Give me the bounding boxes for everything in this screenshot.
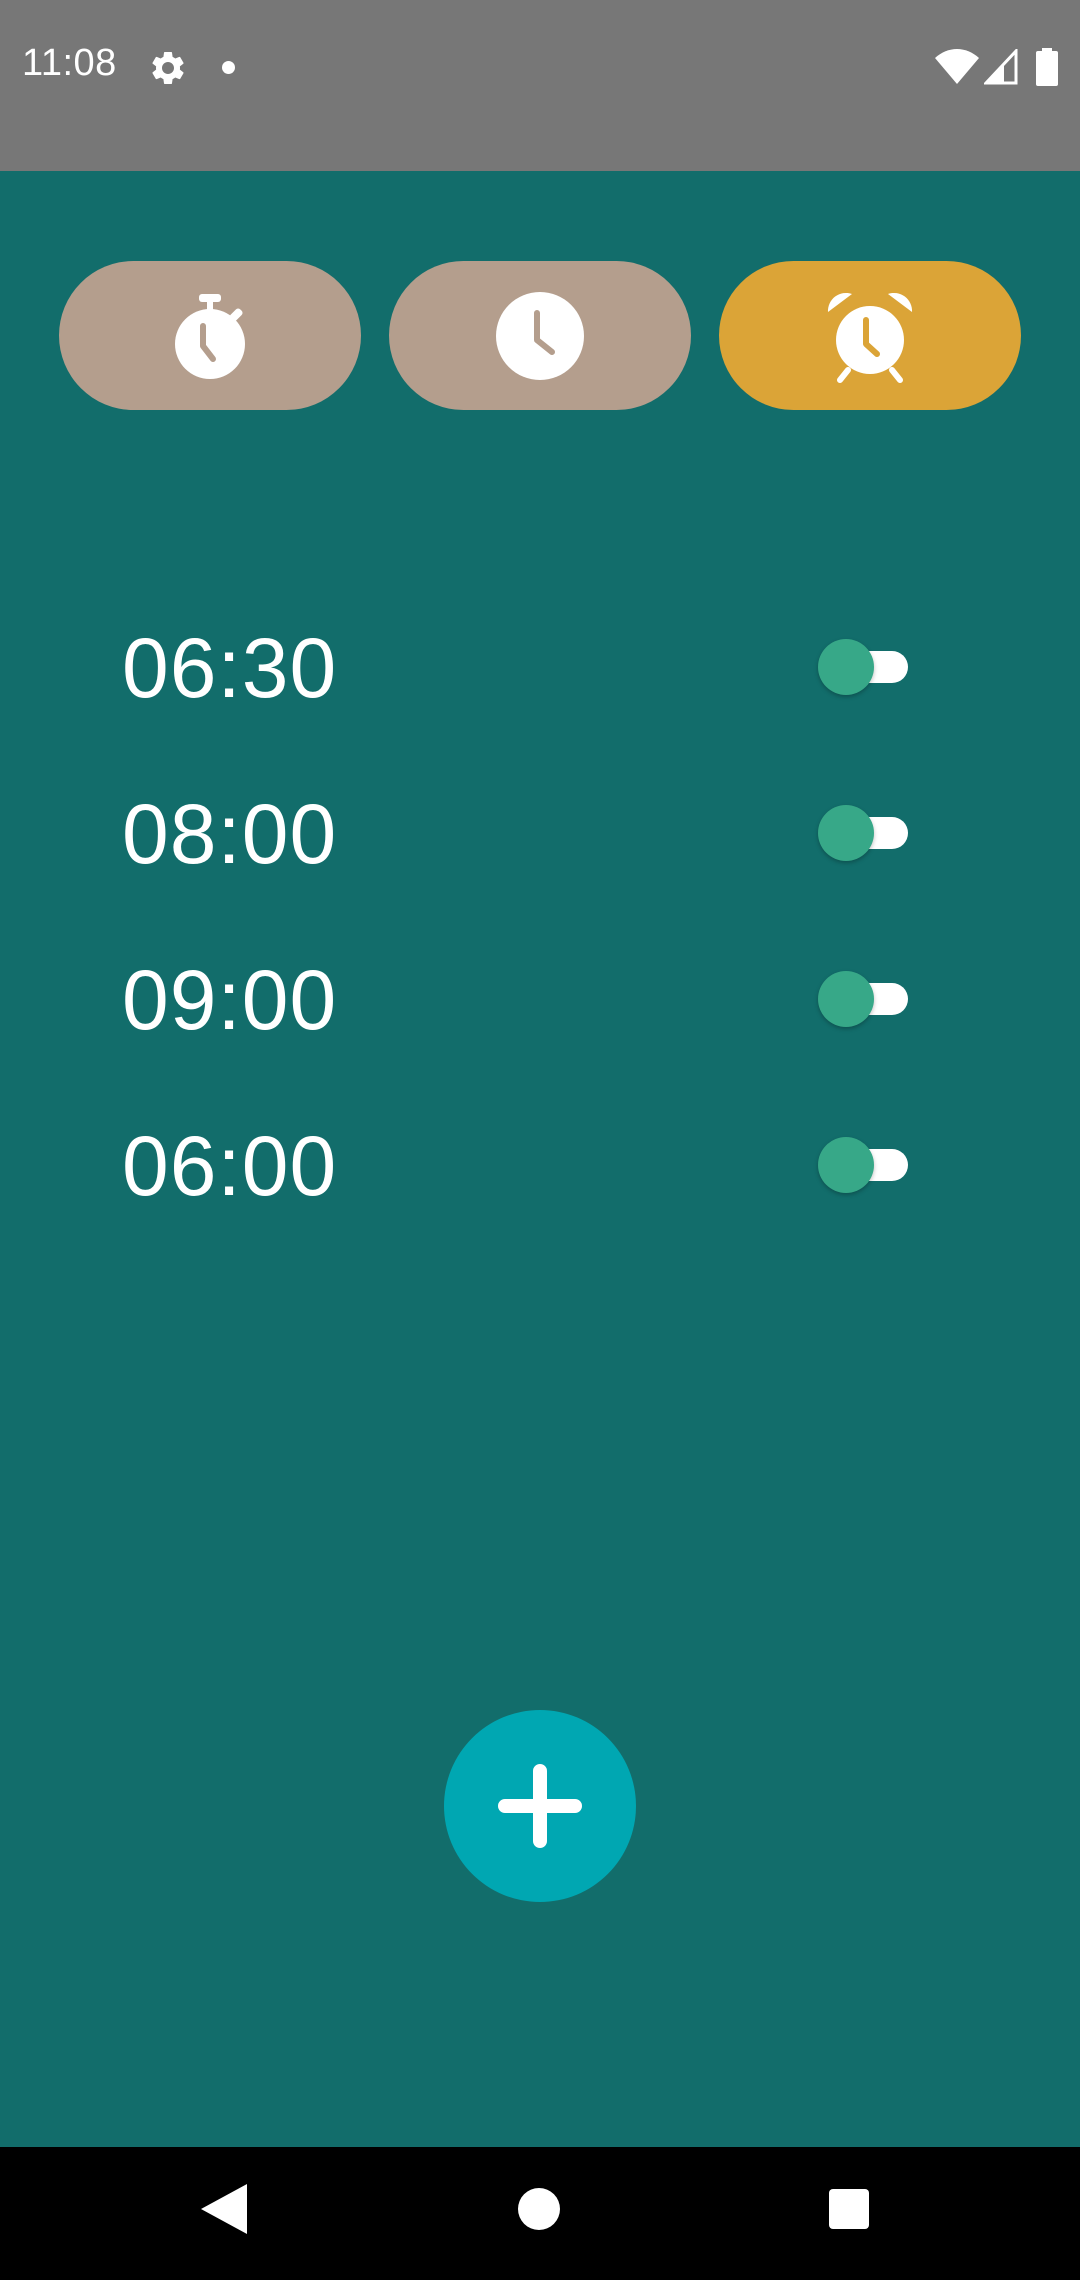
home-icon[interactable]: [518, 2188, 560, 2230]
alarm-screen: 11:08 06:30 08:00 09:00 06:00: [0, 0, 1080, 2280]
back-icon[interactable]: [201, 2184, 247, 2234]
tab-stopwatch[interactable]: [59, 261, 361, 410]
toggle-thumb: [818, 639, 874, 695]
alarm-row[interactable]: 08:00: [0, 766, 1080, 932]
recents-icon[interactable]: [829, 2189, 869, 2229]
toggle-thumb: [818, 971, 874, 1027]
alarm-time[interactable]: 09:00: [122, 958, 337, 1042]
alarm-time[interactable]: 06:30: [122, 626, 337, 710]
tab-alarm[interactable]: [719, 261, 1021, 410]
alarm-time[interactable]: 06:00: [122, 1124, 337, 1208]
toggle-thumb: [818, 1137, 874, 1193]
navigation-bar: [0, 2147, 1080, 2280]
settings-gear-icon: [152, 51, 184, 84]
status-time: 11:08: [22, 42, 117, 84]
cell-signal-icon: [984, 49, 1018, 85]
alarm-time[interactable]: 08:00: [122, 792, 337, 876]
alarm-toggle[interactable]: [818, 969, 910, 1027]
tab-clock[interactable]: [389, 261, 691, 410]
toggle-thumb: [818, 805, 874, 861]
alarm-toggle[interactable]: [818, 1135, 910, 1193]
wifi-icon: [935, 49, 979, 84]
alarm-clock-icon: [827, 292, 913, 383]
status-bar: 11:08: [0, 0, 1080, 171]
alarm-toggle[interactable]: [818, 637, 910, 695]
alarm-row[interactable]: 06:00: [0, 1098, 1080, 1264]
stopwatch-icon: [175, 293, 245, 379]
add-icon: [498, 1764, 582, 1848]
alarm-row[interactable]: 09:00: [0, 932, 1080, 1098]
alarm-toggle[interactable]: [818, 803, 910, 861]
alarm-row[interactable]: 06:30: [0, 600, 1080, 766]
clock-icon: [496, 291, 584, 380]
battery-icon: [1036, 48, 1058, 86]
add-alarm-button[interactable]: [444, 1710, 636, 1902]
notification-dot-icon: [222, 61, 235, 74]
